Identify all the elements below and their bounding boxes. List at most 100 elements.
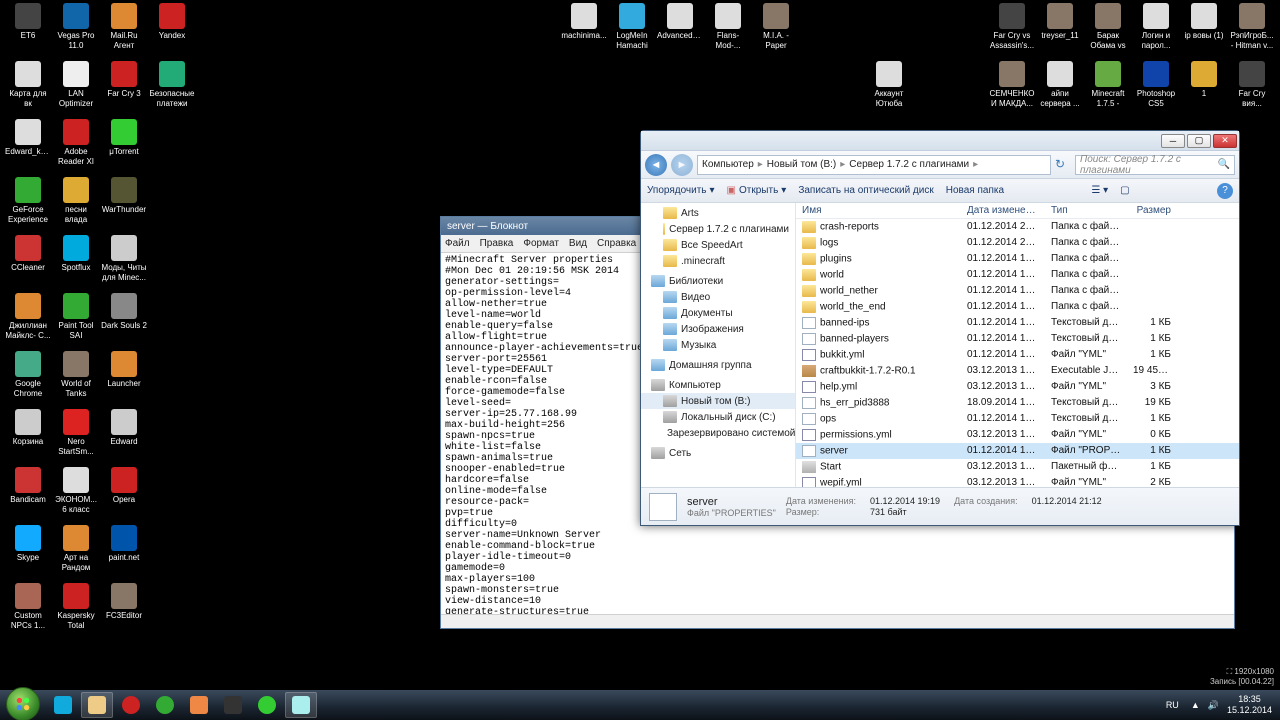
menu-format[interactable]: Формат	[523, 238, 559, 249]
file-row[interactable]: world01.12.2014 19:17Папка с файлами	[796, 267, 1239, 283]
desktop-icon[interactable]: Корзина	[4, 408, 52, 466]
organize-button[interactable]: Упорядочить ▾	[647, 185, 715, 196]
desktop-icon[interactable]: Google Chrome	[4, 350, 52, 408]
desktop-icon[interactable]: Skype	[4, 524, 52, 582]
col-type[interactable]: Тип	[1045, 203, 1127, 218]
burn-button[interactable]: Записать на оптический диск	[798, 185, 933, 196]
close-button[interactable]: ✕	[1213, 134, 1237, 148]
taskbar-record[interactable]	[115, 692, 147, 718]
breadcrumb-1[interactable]: Новый том (B:)	[767, 159, 836, 170]
breadcrumb[interactable]: Компьютер▸ Новый том (B:)▸ Сервер 1.7.2 …	[697, 155, 1051, 175]
desktop-icon[interactable]: ip вовы (1)	[1180, 2, 1228, 60]
desktop-icon[interactable]: Minecraft 1.7.5 - Май...	[1084, 60, 1132, 118]
newfolder-button[interactable]: Новая папка	[946, 185, 1004, 196]
desktop-icon[interactable]: Adobe Reader XI	[52, 118, 100, 176]
tree-node[interactable]: Видео	[641, 289, 795, 305]
search-input[interactable]: Поиск: Сервер 1.7.2 с плагинами 🔍	[1075, 155, 1235, 175]
file-row[interactable]: wepif.yml03.12.2013 16:27Файл "YML"2 КБ	[796, 475, 1239, 487]
refresh-button[interactable]: ↻	[1055, 157, 1071, 173]
desktop-icon[interactable]: LAN Optimizer	[52, 60, 100, 118]
desktop-icon[interactable]: Advanced_...	[656, 2, 704, 60]
desktop-icon[interactable]: LogMeIn Hamachi	[608, 2, 656, 60]
tree-node[interactable]: Сервер 1.7.2 с плагинами	[641, 221, 795, 237]
desktop-icon[interactable]: Безопасные платежи	[148, 60, 196, 118]
breadcrumb-0[interactable]: Компьютер	[702, 159, 754, 170]
desktop-icon[interactable]: айпи сервера ...	[1036, 60, 1084, 118]
clock[interactable]: 18:35 15.12.2014	[1227, 694, 1272, 716]
desktop-icon[interactable]: Far Cry 3	[100, 60, 148, 118]
start-button[interactable]	[6, 687, 40, 720]
maximize-button[interactable]: ▢	[1187, 134, 1211, 148]
col-size[interactable]: Размер	[1127, 203, 1177, 218]
desktop-icon[interactable]: 1	[1180, 60, 1228, 118]
desktop-icon[interactable]: Аккаунт Ютюба	[865, 60, 913, 118]
minimize-button[interactable]: ─	[1161, 134, 1185, 148]
file-row[interactable]: logs01.12.2014 21:12Папка с файлами	[796, 235, 1239, 251]
tree-node[interactable]: Изображения	[641, 321, 795, 337]
file-row[interactable]: server01.12.2014 19:19Файл "PROPERTIE...…	[796, 443, 1239, 459]
desktop-icon[interactable]: песни влада	[52, 176, 100, 234]
col-date[interactable]: Дата изменения	[961, 203, 1045, 218]
file-row[interactable]: hs_err_pid388818.09.2014 15:50Текстовый …	[796, 395, 1239, 411]
desktop-icon[interactable]: Nero StartSm...	[52, 408, 100, 466]
desktop-icon[interactable]: Opera	[100, 466, 148, 524]
desktop-icon[interactable]: СЕМЧЕНКО И МАКДА...	[988, 60, 1036, 118]
taskbar[interactable]: RU ▲ 🔊 18:35 15.12.2014	[0, 690, 1280, 720]
taskbar-notepad[interactable]	[285, 692, 317, 718]
tree-node[interactable]: .minecraft	[641, 253, 795, 269]
desktop-icon[interactable]: Launcher	[100, 350, 148, 408]
desktop-icon[interactable]: FC3Editor	[100, 582, 148, 640]
desktop-icon[interactable]: machinima...	[560, 2, 608, 60]
file-list[interactable]: Имя Дата изменения Тип Размер crash-repo…	[796, 203, 1239, 487]
desktop-icon[interactable]: Барак Обама vs Влади...	[1084, 2, 1132, 60]
taskbar-media[interactable]	[183, 692, 215, 718]
tray-icon[interactable]: 🔊	[1208, 700, 1219, 711]
tree-node[interactable]: Arts	[641, 205, 795, 221]
file-row[interactable]: banned-ips01.12.2014 13:21Текстовый доку…	[796, 315, 1239, 331]
tree-node[interactable]: Музыка	[641, 337, 795, 353]
tray-icon[interactable]: ▲	[1191, 700, 1200, 710]
desktop-icon[interactable]: Flans-Mod-...	[704, 2, 752, 60]
taskbar-app1[interactable]	[149, 692, 181, 718]
explorer-titlebar[interactable]: ─ ▢ ✕	[641, 131, 1239, 151]
file-row[interactable]: banned-players01.12.2014 13:22Текстовый …	[796, 331, 1239, 347]
tree-node[interactable]: Компьютер	[641, 377, 795, 393]
nav-tree[interactable]: ArtsСервер 1.7.2 с плагинамиВсе SpeedArt…	[641, 203, 796, 487]
column-headers[interactable]: Имя Дата изменения Тип Размер	[796, 203, 1239, 219]
forward-button[interactable]: ►	[671, 154, 693, 176]
desktop-icon[interactable]: Edward_ken...	[4, 118, 52, 176]
menu-edit[interactable]: Правка	[480, 238, 514, 249]
back-button[interactable]: ◄	[645, 154, 667, 176]
desktop-icon[interactable]: Spotflux	[52, 234, 100, 292]
file-row[interactable]: bukkit.yml01.12.2014 13:21Файл "YML"1 КБ	[796, 347, 1239, 363]
tree-node[interactable]: Сеть	[641, 445, 795, 461]
tree-node[interactable]: Все SpeedArt	[641, 237, 795, 253]
desktop-icon[interactable]: Арт на Рандом	[52, 524, 100, 582]
file-row[interactable]: crash-reports01.12.2014 21:12Папка с фай…	[796, 219, 1239, 235]
open-button[interactable]: ▣ Открыть ▾	[727, 185, 787, 196]
taskbar-app2[interactable]	[217, 692, 249, 718]
desktop-icon[interactable]: Dark Souls 2	[100, 292, 148, 350]
taskbar-explorer[interactable]	[81, 692, 113, 718]
desktop-icon[interactable]: Yandex	[148, 2, 196, 60]
file-row[interactable]: permissions.yml03.12.2013 12:55Файл "YML…	[796, 427, 1239, 443]
desktop-icon[interactable]: M.I.A. - Paper Planes	[752, 2, 800, 60]
desktop-icon[interactable]: treyser_11	[1036, 2, 1084, 60]
desktop-icon[interactable]: Логин и парол...	[1132, 2, 1180, 60]
tree-node[interactable]: Домашняя группа	[641, 357, 795, 373]
desktop-icon[interactable]: Photoshop CS5	[1132, 60, 1180, 118]
desktop-icon[interactable]: CCleaner	[4, 234, 52, 292]
desktop-icon[interactable]: Far Cry vs Assassin's...	[988, 2, 1036, 60]
tree-node[interactable]: Новый том (B:)	[641, 393, 795, 409]
desktop-icon[interactable]: Kaspersky Total Security	[52, 582, 100, 640]
desktop-icon[interactable]: Mail.Ru Агент	[100, 2, 148, 60]
desktop-icon[interactable]: Vegas Pro 11.0	[52, 2, 100, 60]
tree-node[interactable]: Библиотеки	[641, 273, 795, 289]
help-button[interactable]: ?	[1217, 183, 1233, 199]
desktop-icon[interactable]: Edward	[100, 408, 148, 466]
desktop-icon[interactable]: GeForce Experience	[4, 176, 52, 234]
desktop-icon[interactable]: Bandicam	[4, 466, 52, 524]
file-row[interactable]: craftbukkit-1.7.2-R0.103.12.2013 15:55Ex…	[796, 363, 1239, 379]
desktop-icon[interactable]: ET6	[4, 2, 52, 60]
taskbar-skype[interactable]	[47, 692, 79, 718]
